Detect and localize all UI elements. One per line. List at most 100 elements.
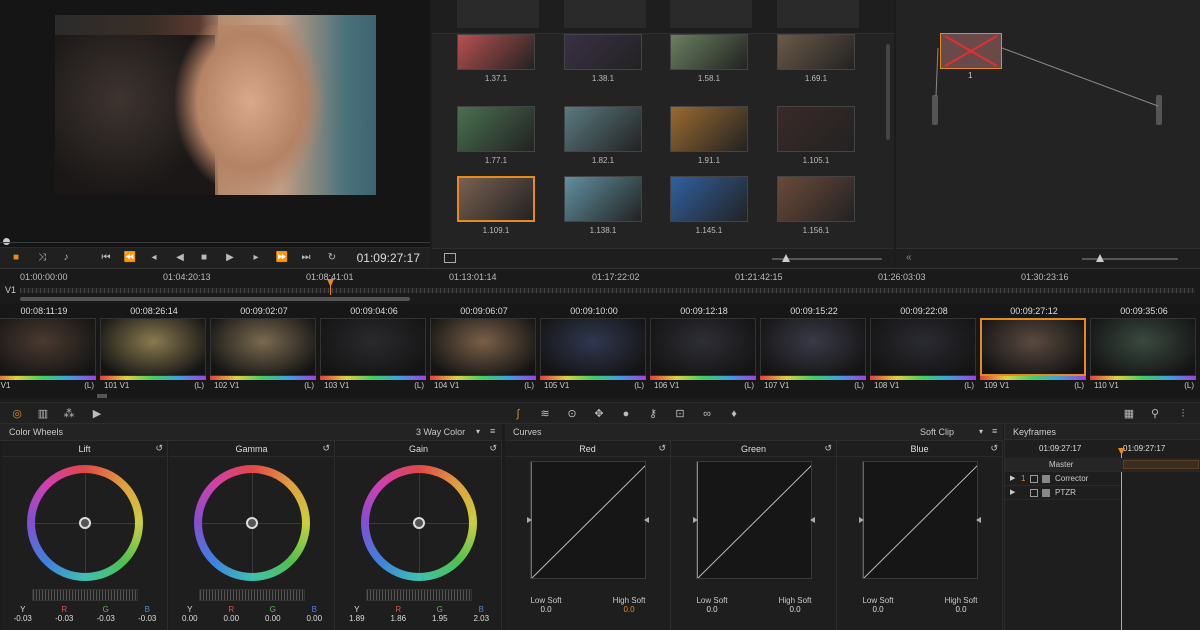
auto-keyframe-icon[interactable] <box>1042 489 1050 497</box>
timeline-scrollbar[interactable] <box>20 297 410 301</box>
timeline-clip[interactable]: 00:08:26:14 101 V1 (L) <box>100 304 208 398</box>
color-wheel[interactable] <box>27 465 143 581</box>
bin-scrollbar[interactable] <box>886 44 890 140</box>
reset-icon[interactable]: ↺ <box>658 443 666 454</box>
keyframe-track-row[interactable]: ▶ 1 Corrector <box>1005 472 1121 486</box>
fx-tab-icon[interactable]: ♦ <box>727 407 741 421</box>
step-forward-icon[interactable]: ▸ <box>248 251 264 265</box>
lock-icon[interactable] <box>1030 475 1038 483</box>
menu-icon[interactable]: ≡ <box>490 426 495 436</box>
high-soft-value[interactable]: 0.0 <box>613 605 646 614</box>
low-soft-value[interactable]: 0.0 <box>696 605 727 614</box>
timeline-clip[interactable]: 00:09:02:07 102 V1 (L) <box>210 304 318 398</box>
channel-value[interactable]: 0.00 <box>175 614 205 623</box>
channel-value[interactable]: 0.00 <box>299 614 329 623</box>
bin-clip[interactable]: 1.91.1 <box>667 106 751 168</box>
timeline-clip[interactable]: 00:09:06:07 104 V1 (L) <box>430 304 538 398</box>
bin-clip[interactable]: 1.58.1 <box>667 34 751 96</box>
reset-icon[interactable]: ↺ <box>824 443 832 454</box>
high-soft-value[interactable]: 0.0 <box>945 605 978 614</box>
reset-icon[interactable]: ↺ <box>489 443 497 454</box>
sizing-tab-icon[interactable]: ⊡ <box>673 407 687 421</box>
bin-clip[interactable]: 1.156.1 <box>774 176 858 238</box>
chevron-down-icon[interactable]: ▾ <box>979 427 983 436</box>
curves-tab-icon[interactable]: ∫ <box>511 407 525 421</box>
settings-icon[interactable]: ⫶ <box>1176 407 1190 421</box>
keyframe-master-row[interactable]: Master <box>1005 458 1200 472</box>
play-icon[interactable]: ▶ <box>222 251 238 265</box>
low-soft-value[interactable]: 0.0 <box>530 605 561 614</box>
blur-tab-icon[interactable]: ● <box>619 407 633 421</box>
low-soft-value[interactable]: 0.0 <box>862 605 893 614</box>
color-wheel[interactable] <box>194 465 310 581</box>
channel-value[interactable]: -0.03 <box>132 614 162 623</box>
timeline-track-v1[interactable] <box>20 288 1195 293</box>
timeline-clip[interactable]: 00:09:22:08 108 V1 (L) <box>870 304 978 398</box>
channel-value[interactable]: 1.95 <box>425 614 455 623</box>
wheel-handle[interactable] <box>79 517 91 529</box>
hsl-tab-icon[interactable]: ≋ <box>538 407 552 421</box>
channel-value[interactable]: 2.03 <box>466 614 496 623</box>
channel-value[interactable]: -0.03 <box>91 614 121 623</box>
viewer-mode-icon[interactable]: ■ <box>8 251 24 265</box>
expand-icon[interactable]: ▶ <box>1010 472 1015 486</box>
reset-icon[interactable]: ↺ <box>990 443 998 454</box>
search-icon[interactable]: ⚲ <box>1148 407 1162 421</box>
step-back-icon[interactable]: ◂ <box>146 251 162 265</box>
bars-tab-icon[interactable]: ▥ <box>36 407 50 421</box>
volume-icon[interactable]: ♪ <box>58 251 74 265</box>
bin-clip[interactable]: 1.138.1 <box>561 176 645 238</box>
strip-scroll-handle[interactable] <box>97 394 107 398</box>
play-reverse-icon[interactable]: ◀ <box>172 251 188 265</box>
wheel-handle[interactable] <box>413 517 425 529</box>
bin-clip[interactable]: 1.82.1 <box>561 106 645 168</box>
timeline-clip[interactable]: 00:09:27:12 109 V1 (L) <box>980 304 1088 398</box>
rewind-icon[interactable]: ⏪ <box>122 251 138 265</box>
timeline-clip[interactable]: 00:09:35:06 110 V1 (L) <box>1090 304 1198 398</box>
curve-graph[interactable] <box>696 461 812 579</box>
wheel-handle[interactable] <box>246 517 258 529</box>
keyframe-track-row[interactable]: ▶ PTZR <box>1005 486 1121 500</box>
jump-end-icon[interactable]: ⏭ <box>298 251 314 265</box>
master-wheel-jog[interactable] <box>199 589 305 601</box>
lock-icon[interactable] <box>1030 489 1038 497</box>
master-keyframe-bar[interactable] <box>1123 460 1199 469</box>
curve-mode-dropdown[interactable]: Soft Clip <box>920 427 954 437</box>
wheel-mode-dropdown[interactable]: 3 Way Color <box>416 427 465 437</box>
curve-graph[interactable] <box>862 461 978 579</box>
channel-value[interactable]: -0.03 <box>8 614 38 623</box>
stereo-tab-icon[interactable]: ∞ <box>700 407 714 421</box>
shuffle-icon[interactable]: ⤨ <box>34 251 50 265</box>
timeline-clip[interactable]: 00:09:04:06 103 V1 (L) <box>320 304 428 398</box>
jump-start-icon[interactable]: ⏮ <box>98 251 114 265</box>
bin-clip[interactable]: 1.145.1 <box>667 176 751 238</box>
node-zoom-slider[interactable] <box>1082 258 1178 260</box>
master-wheel-jog[interactable] <box>32 589 138 601</box>
grid-view-icon[interactable]: ▦ <box>1122 407 1136 421</box>
bin-clip[interactable]: 1.105.1 <box>774 106 858 168</box>
timeline-clip[interactable]: 00:09:12:18 106 V1 (L) <box>650 304 758 398</box>
timeline-ruler[interactable]: 01:00:00:00 01:04:20:13 01:08:41:01 01:13:0… <box>0 268 1200 304</box>
high-soft-value[interactable]: 0.0 <box>779 605 812 614</box>
reset-icon[interactable]: ↺ <box>155 443 163 454</box>
bin-clip[interactable]: 1.37.1 <box>454 34 538 96</box>
nodes-tab-icon[interactable]: ⁂ <box>62 407 76 421</box>
bin-view-icon[interactable] <box>444 253 456 263</box>
fast-forward-icon[interactable]: ⏩ <box>274 251 290 265</box>
tracker-tab-icon[interactable]: ✥ <box>592 407 606 421</box>
channel-value[interactable]: 0.00 <box>258 614 288 623</box>
reset-icon[interactable]: ↺ <box>322 443 330 454</box>
loop-icon[interactable]: ↻ <box>324 251 340 265</box>
auto-keyframe-icon[interactable] <box>1042 475 1050 483</box>
menu-icon[interactable]: ≡ <box>992 426 997 436</box>
bin-clip[interactable]: 1.77.1 <box>454 106 538 168</box>
camera-tab-icon[interactable]: ▶ <box>90 407 104 421</box>
stop-icon[interactable]: ■ <box>196 251 212 265</box>
window-tab-icon[interactable]: ⊙ <box>565 407 579 421</box>
channel-value[interactable]: 1.89 <box>342 614 372 623</box>
color-wheels-tab-icon[interactable]: ◎ <box>10 407 24 421</box>
timeline-clip[interactable]: 00:08:11:19 0 V1 (L) <box>0 304 98 398</box>
node-options-icon[interactable]: « <box>906 252 912 263</box>
channel-value[interactable]: -0.03 <box>49 614 79 623</box>
expand-icon[interactable]: ▶ <box>1010 486 1015 500</box>
